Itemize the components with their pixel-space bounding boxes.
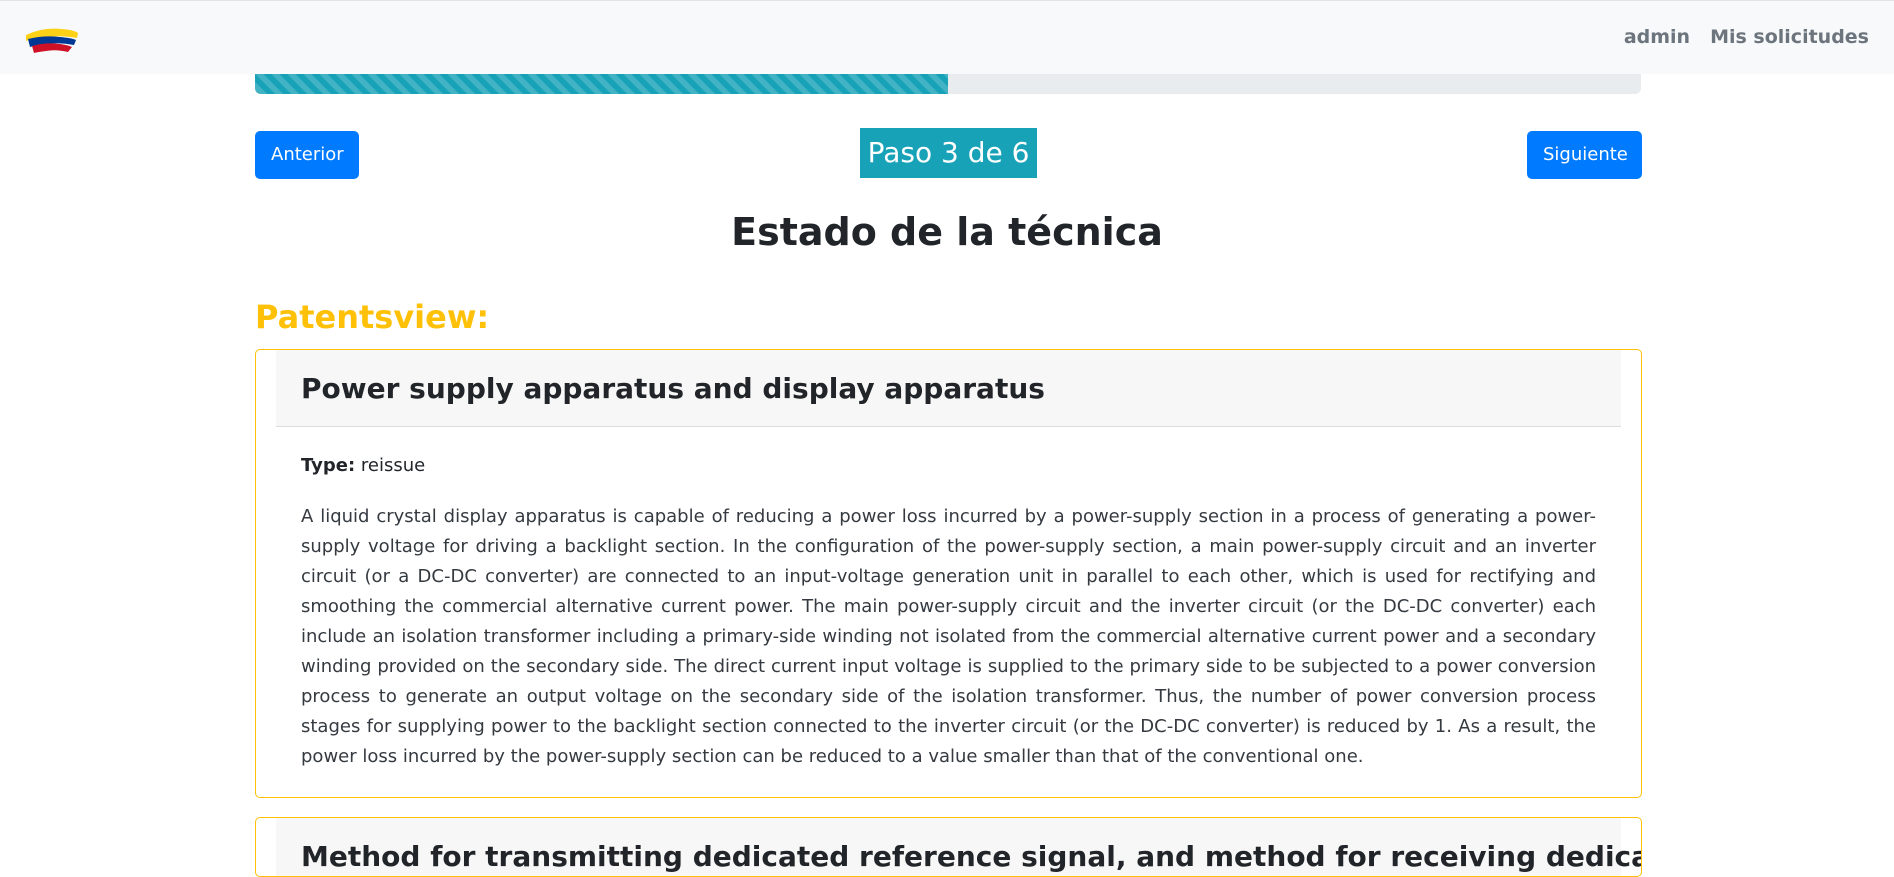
patent-body: Type: reissue A liquid crystal display a… xyxy=(256,427,1641,772)
patent-type-value: reissue xyxy=(360,455,426,476)
nav-my-requests-link[interactable]: Mis solicitudes xyxy=(1710,26,1869,48)
next-button[interactable]: Siguiente xyxy=(1527,131,1642,179)
patent-abstract: A liquid crystal display apparatus is ca… xyxy=(301,506,1596,767)
nav-user-link[interactable]: admin xyxy=(1624,26,1690,48)
patent-card: Power supply apparatus and display appar… xyxy=(255,349,1642,798)
patent-type: Type: reissue xyxy=(301,455,1596,476)
navbar: admin Mis solicitudes xyxy=(0,0,1894,74)
wizard-progress xyxy=(255,74,1641,94)
step-indicator: Paso 3 de 6 xyxy=(860,128,1037,178)
wizard-progress-bar xyxy=(255,74,948,94)
source-heading: Patentsview: xyxy=(255,298,490,336)
colombia-flag-logo[interactable] xyxy=(22,25,80,57)
patent-title: Power supply apparatus and display appar… xyxy=(276,350,1621,427)
page-title: Estado de la técnica xyxy=(731,210,1163,254)
patent-title: Method for transmitting dedicated refere… xyxy=(276,818,1641,876)
previous-button[interactable]: Anterior xyxy=(255,131,359,179)
patent-type-label: Type: xyxy=(301,455,356,476)
patent-card: Method for transmitting dedicated refere… xyxy=(255,817,1642,877)
